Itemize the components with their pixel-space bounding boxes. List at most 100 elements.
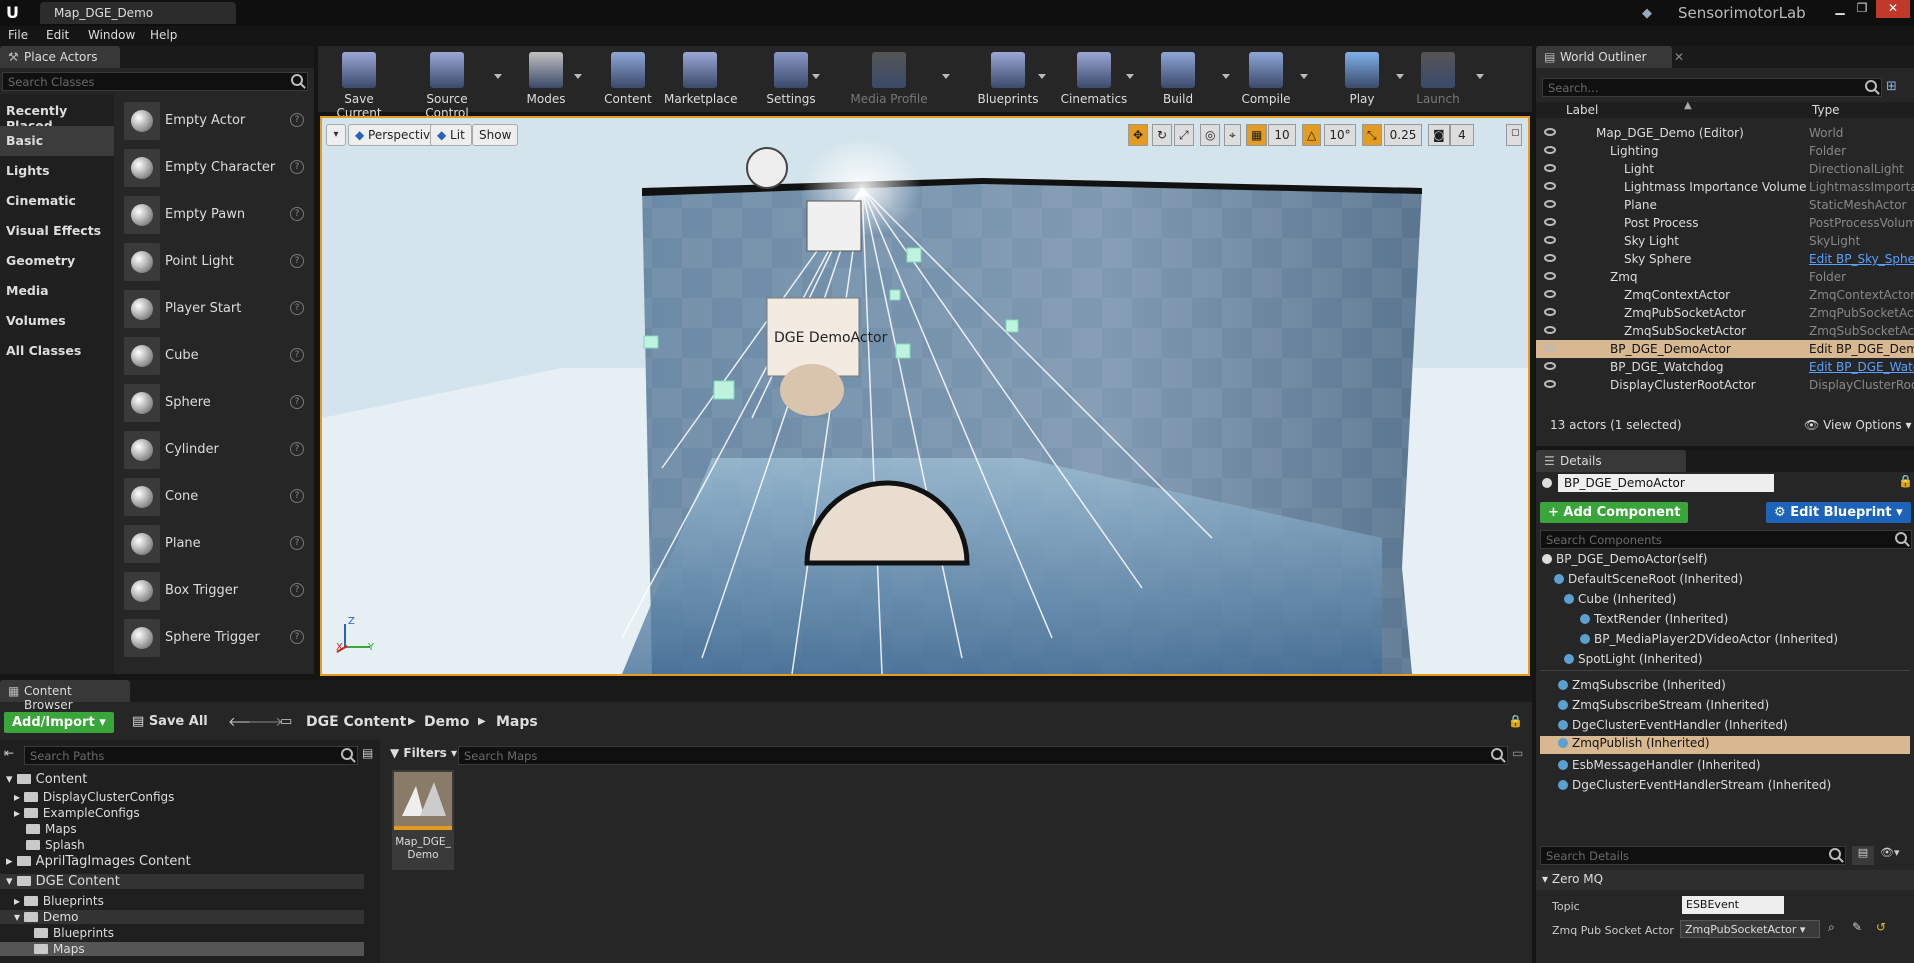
outliner-row[interactable]: Post Process PostProcessVolume [1536,214,1914,232]
category-volumes[interactable]: Volumes [0,306,114,336]
category-geometry[interactable]: Geometry [0,246,114,276]
breadcrumb-separator-icon[interactable]: ▶ [408,716,416,727]
world-local-icon[interactable]: ◎ [1200,124,1221,146]
zero-mq-section-header[interactable]: ▾ Zero MQ [1536,870,1914,890]
minimize-button[interactable]: ▁ [1830,0,1850,18]
edit-blueprint-link[interactable]: Edit BP_DGE_DemoActor [1809,342,1914,356]
help-icon[interactable]: ? [290,160,304,174]
rotation-snap-icon[interactable]: △ [1302,124,1322,146]
tree-item[interactable]: ▸ AprilTagImages Content [6,854,191,869]
category-basic[interactable]: Basic [0,126,114,156]
view-options-icon[interactable]: 👁▾ [1880,846,1910,865]
chevron-down-icon[interactable] [942,74,950,79]
tab-content-browser[interactable]: ▦ Content Browser [0,680,130,712]
category-media[interactable]: Media [0,276,114,306]
tree-item-selected[interactable]: Maps [0,942,364,956]
component-row[interactable]: TextRender (Inherited) [1580,612,1728,630]
launch-button[interactable]: Launch [1408,48,1468,110]
grid-snap-icon[interactable]: ▦ [1246,124,1268,146]
help-icon[interactable]: ? [290,207,304,221]
component-row[interactable]: ZmqSubscribe (Inherited) [1558,678,1726,696]
settings-button[interactable]: Settings [760,48,822,110]
menu-edit[interactable]: Edit [46,28,69,42]
column-type[interactable]: Type [1812,103,1840,117]
tree-item[interactable]: Maps [26,822,77,836]
visibility-icon[interactable] [1544,326,1556,334]
visibility-icon[interactable] [1544,308,1556,316]
topic-field[interactable]: ESBEvent [1682,896,1784,914]
help-icon[interactable]: ? [290,254,304,268]
chevron-down-icon[interactable] [812,74,820,79]
actor-item[interactable]: Point Light? [118,239,314,286]
visibility-icon[interactable] [1544,362,1556,370]
close-button[interactable]: ✕ [1876,0,1910,18]
search-paths-input[interactable]: Search Paths [24,746,358,765]
help-icon[interactable]: ? [290,301,304,315]
reset-icon[interactable]: ↺ [1876,920,1886,934]
save-all-button[interactable]: ▤ Save All [132,714,208,729]
lock-icon[interactable]: 🔒 [1898,474,1913,488]
visibility-icon[interactable] [1544,128,1556,136]
picker-icon[interactable]: ✎ [1852,920,1862,934]
asset-tile[interactable]: Map_DGE_ Demo [392,770,454,870]
maximize-button[interactable]: ❐ [1852,0,1872,18]
save-current-button[interactable]: Save Current [322,48,396,120]
close-icon[interactable]: ✕ [1674,50,1684,64]
scale-snap-value[interactable]: 0.25 [1384,124,1422,146]
chevron-down-icon[interactable] [1222,74,1230,79]
breadcrumb-separator-icon[interactable]: ▶ [478,716,486,727]
component-row[interactable]: DgeClusterEventHandler (Inherited) [1558,718,1788,736]
outliner-row[interactable]: Lightmass Importance Volume LightmassImpo… [1536,178,1914,196]
translate-tool-icon[interactable]: ✥ [1128,124,1149,146]
component-row[interactable]: EsbMessageHandler (Inherited) [1558,758,1761,776]
tab-world-outliner[interactable]: ▤ World Outliner [1536,46,1672,68]
chevron-down-icon[interactable] [1476,74,1484,79]
chevron-down-icon[interactable] [1300,74,1308,79]
compile-button[interactable]: Compile [1234,48,1298,110]
outliner-row[interactable]: Sky Light SkyLight [1536,232,1914,250]
menu-window[interactable]: Window [88,28,135,42]
visibility-icon[interactable] [1544,164,1556,172]
visibility-icon[interactable] [1544,182,1556,190]
tab-place-actors[interactable]: ⚒ Place Actors [0,46,120,68]
rotate-tool-icon[interactable]: ↻ [1152,124,1173,146]
help-icon[interactable]: ? [290,583,304,597]
visibility-icon[interactable] [1544,218,1556,226]
actor-item[interactable]: Sphere? [118,380,314,427]
actor-item[interactable]: Box Trigger? [118,568,314,615]
component-row[interactable]: SpotLight (Inherited) [1564,652,1703,670]
add-import-button[interactable]: Add/Import ▾ [4,712,114,733]
component-row[interactable]: BP_MediaPlayer2DVideoActor (Inherited) [1580,632,1838,650]
tree-item[interactable]: ▾ Content [6,772,87,787]
chevron-down-icon[interactable] [1038,74,1046,79]
help-icon[interactable]: ? [290,630,304,644]
socket-actor-dropdown[interactable]: ZmqPubSocketActor ▾ [1680,920,1820,938]
outliner-search-input[interactable]: Search... [1542,78,1882,97]
chevron-down-icon[interactable] [574,74,582,79]
options-icon[interactable]: ▤ [362,746,373,760]
tree-item[interactable]: Blueprints [34,926,114,940]
scale-snap-icon[interactable]: ⤡ [1362,124,1382,146]
search-maps-input[interactable]: Search Maps [458,746,1508,765]
help-icon[interactable]: ? [290,395,304,409]
visibility-icon[interactable] [1544,290,1556,298]
tree-item[interactable]: ▾ DGE Content [0,874,364,889]
tree-item[interactable]: Splash [26,838,85,852]
tree-item[interactable]: ▸ ExampleConfigs [14,806,140,820]
edit-blueprint-link[interactable]: Edit BP_Sky_Sphere [1809,252,1914,266]
component-self[interactable]: BP_DGE_DemoActor(self) [1542,552,1707,570]
unreal-logo-icon[interactable]: U [6,4,22,22]
build-button[interactable]: Build [1150,48,1206,110]
outliner-row[interactable]: BP_DGE_Watchdog Edit BP_DGE_Watchdog [1536,358,1914,376]
add-actor-icon[interactable]: ⊞ [1886,79,1897,94]
rotation-snap-value[interactable]: 10° [1324,124,1356,146]
collapse-sources-icon[interactable]: ⇤ [4,746,14,760]
outliner-row[interactable]: ZmqSubSocketActor ZmqSubSocketActor [1536,322,1914,340]
outliner-row[interactable]: Lighting Folder [1536,142,1914,160]
maximize-viewport-icon[interactable]: ▢ [1506,124,1522,146]
tree-item[interactable]: ▸ Blueprints [14,894,104,908]
document-tab[interactable]: Map_DGE_Demo [40,2,236,24]
component-row-selected[interactable]: ZmqPublish (Inherited) [1540,736,1910,754]
show-button[interactable]: Show [472,124,519,146]
search-components-input[interactable]: Search Components [1540,530,1912,549]
